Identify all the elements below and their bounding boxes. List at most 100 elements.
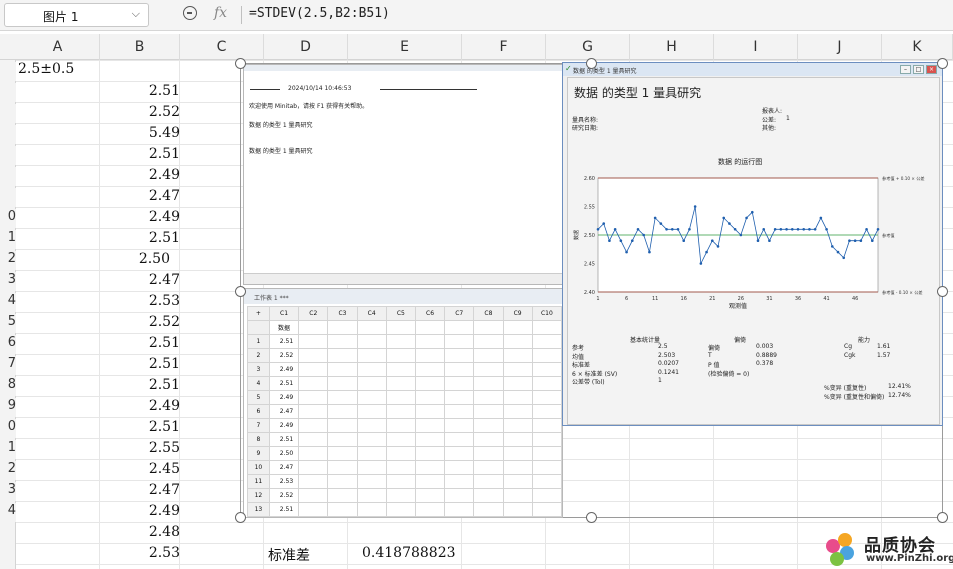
name-box[interactable]: 图片 1 ⌵: [4, 3, 149, 27]
worksheet-cell[interactable]: [531, 502, 562, 517]
worksheet-cell[interactable]: [385, 418, 416, 433]
worksheet-cell[interactable]: [356, 502, 387, 517]
column-header-e[interactable]: E: [348, 34, 462, 60]
worksheet-cell[interactable]: [356, 376, 387, 391]
worksheet-cell[interactable]: 2.51: [268, 432, 300, 447]
worksheet-cell[interactable]: [385, 502, 416, 517]
worksheet-cell[interactable]: [444, 432, 475, 447]
worksheet-cell[interactable]: [385, 390, 416, 405]
cell-b23[interactable]: 2.48: [100, 522, 180, 543]
worksheet-cell[interactable]: [444, 446, 475, 461]
worksheet-cell[interactable]: [356, 432, 387, 447]
worksheet-cell[interactable]: [531, 390, 562, 405]
worksheet-cell[interactable]: [356, 474, 387, 489]
worksheet-cell[interactable]: [444, 404, 475, 419]
worksheet-cell[interactable]: [327, 474, 358, 489]
worksheet-cell[interactable]: [502, 432, 533, 447]
worksheet-cell[interactable]: [356, 334, 387, 349]
worksheet-cell[interactable]: 2.53: [268, 474, 300, 489]
worksheet-cell[interactable]: [414, 432, 446, 447]
worksheet-cell[interactable]: [327, 404, 358, 419]
worksheet-cell[interactable]: [414, 446, 446, 461]
minimize-button[interactable]: –: [900, 65, 911, 74]
column-header-d[interactable]: D: [264, 34, 348, 60]
column-header-i[interactable]: I: [714, 34, 798, 60]
resize-handle[interactable]: [235, 512, 246, 523]
worksheet-cell[interactable]: [298, 334, 329, 349]
worksheet-row-number[interactable]: 12: [247, 488, 270, 503]
worksheet-cell[interactable]: [502, 376, 533, 391]
column-header-f[interactable]: F: [462, 34, 546, 60]
resize-handle[interactable]: [235, 286, 246, 297]
worksheet-cell[interactable]: [414, 334, 446, 349]
row-header[interactable]: 4: [0, 503, 16, 522]
worksheet-cell[interactable]: [473, 348, 504, 363]
cell-b4[interactable]: 5.49: [100, 123, 180, 144]
resize-handle[interactable]: [586, 58, 597, 69]
worksheet-cell[interactable]: [531, 404, 562, 419]
worksheet-cell[interactable]: [473, 460, 504, 475]
worksheet-cell[interactable]: [502, 390, 533, 405]
worksheet-cell[interactable]: [356, 460, 387, 475]
worksheet-cell[interactable]: [473, 432, 504, 447]
worksheet-name-cell[interactable]: [298, 320, 329, 335]
worksheet-cell[interactable]: [385, 460, 416, 475]
worksheet-cell[interactable]: [444, 376, 475, 391]
cell-b16[interactable]: 2.51: [100, 375, 180, 396]
worksheet-row-number[interactable]: 5: [247, 390, 270, 405]
worksheet-cell[interactable]: [444, 474, 475, 489]
worksheet-cell[interactable]: [502, 502, 533, 517]
worksheet-cell[interactable]: [502, 404, 533, 419]
worksheet-name-cell[interactable]: [444, 320, 475, 335]
worksheet-cell[interactable]: 2.51: [268, 334, 300, 349]
column-header-b[interactable]: B: [100, 34, 180, 60]
row-header[interactable]: [0, 104, 16, 123]
worksheet-cell[interactable]: [414, 502, 446, 517]
worksheet-col-header[interactable]: C2: [298, 306, 329, 321]
cell-b12[interactable]: 2.53: [100, 291, 180, 312]
worksheet-cell[interactable]: [502, 460, 533, 475]
worksheet-cell[interactable]: [414, 488, 446, 503]
cell-b15[interactable]: 2.51: [100, 354, 180, 375]
row-header[interactable]: 2: [0, 251, 16, 270]
worksheet-cell[interactable]: [444, 348, 475, 363]
row-header[interactable]: 1: [0, 440, 16, 459]
worksheet-cell[interactable]: [502, 418, 533, 433]
worksheet-col-header[interactable]: C4: [356, 306, 387, 321]
worksheet-cell[interactable]: [502, 334, 533, 349]
worksheet-cell[interactable]: [298, 390, 329, 405]
worksheet-cell[interactable]: [473, 446, 504, 461]
worksheet-cell[interactable]: [444, 362, 475, 377]
worksheet-cell[interactable]: [385, 474, 416, 489]
row-header[interactable]: 0: [0, 419, 16, 438]
worksheet-cell[interactable]: [298, 460, 329, 475]
worksheet-row-number[interactable]: 14: [247, 516, 270, 517]
worksheet-cell[interactable]: [473, 362, 504, 377]
worksheet-cell[interactable]: [502, 474, 533, 489]
worksheet-cell[interactable]: [385, 334, 416, 349]
worksheet-cell[interactable]: [298, 446, 329, 461]
worksheet-cell[interactable]: [414, 362, 446, 377]
cell-b3[interactable]: 2.52: [100, 102, 180, 123]
worksheet-cell[interactable]: [531, 334, 562, 349]
worksheet-cell[interactable]: [356, 488, 387, 503]
row-header[interactable]: [0, 125, 16, 144]
formula-input[interactable]: =STDEV(2.5,B2:B51): [249, 6, 390, 21]
worksheet-cell[interactable]: [531, 474, 562, 489]
worksheet-cell[interactable]: [531, 516, 562, 517]
row-header[interactable]: 6: [0, 335, 16, 354]
worksheet-cell[interactable]: [298, 488, 329, 503]
worksheet-col-header[interactable]: C8: [473, 306, 504, 321]
worksheet-col-header[interactable]: +: [247, 306, 270, 321]
worksheet-cell[interactable]: [385, 348, 416, 363]
cell-b24[interactable]: 2.53: [100, 543, 180, 564]
worksheet-cell[interactable]: [531, 376, 562, 391]
worksheet-cell[interactable]: [444, 502, 475, 517]
worksheet-row-number[interactable]: 6: [247, 404, 270, 419]
worksheet-name-cell[interactable]: [414, 320, 446, 335]
worksheet-cell[interactable]: [327, 362, 358, 377]
worksheet-cell[interactable]: [298, 418, 329, 433]
worksheet-name-cell[interactable]: [502, 320, 533, 335]
worksheet-cell[interactable]: [444, 516, 475, 517]
worksheet-cell[interactable]: 2.47: [268, 404, 300, 419]
